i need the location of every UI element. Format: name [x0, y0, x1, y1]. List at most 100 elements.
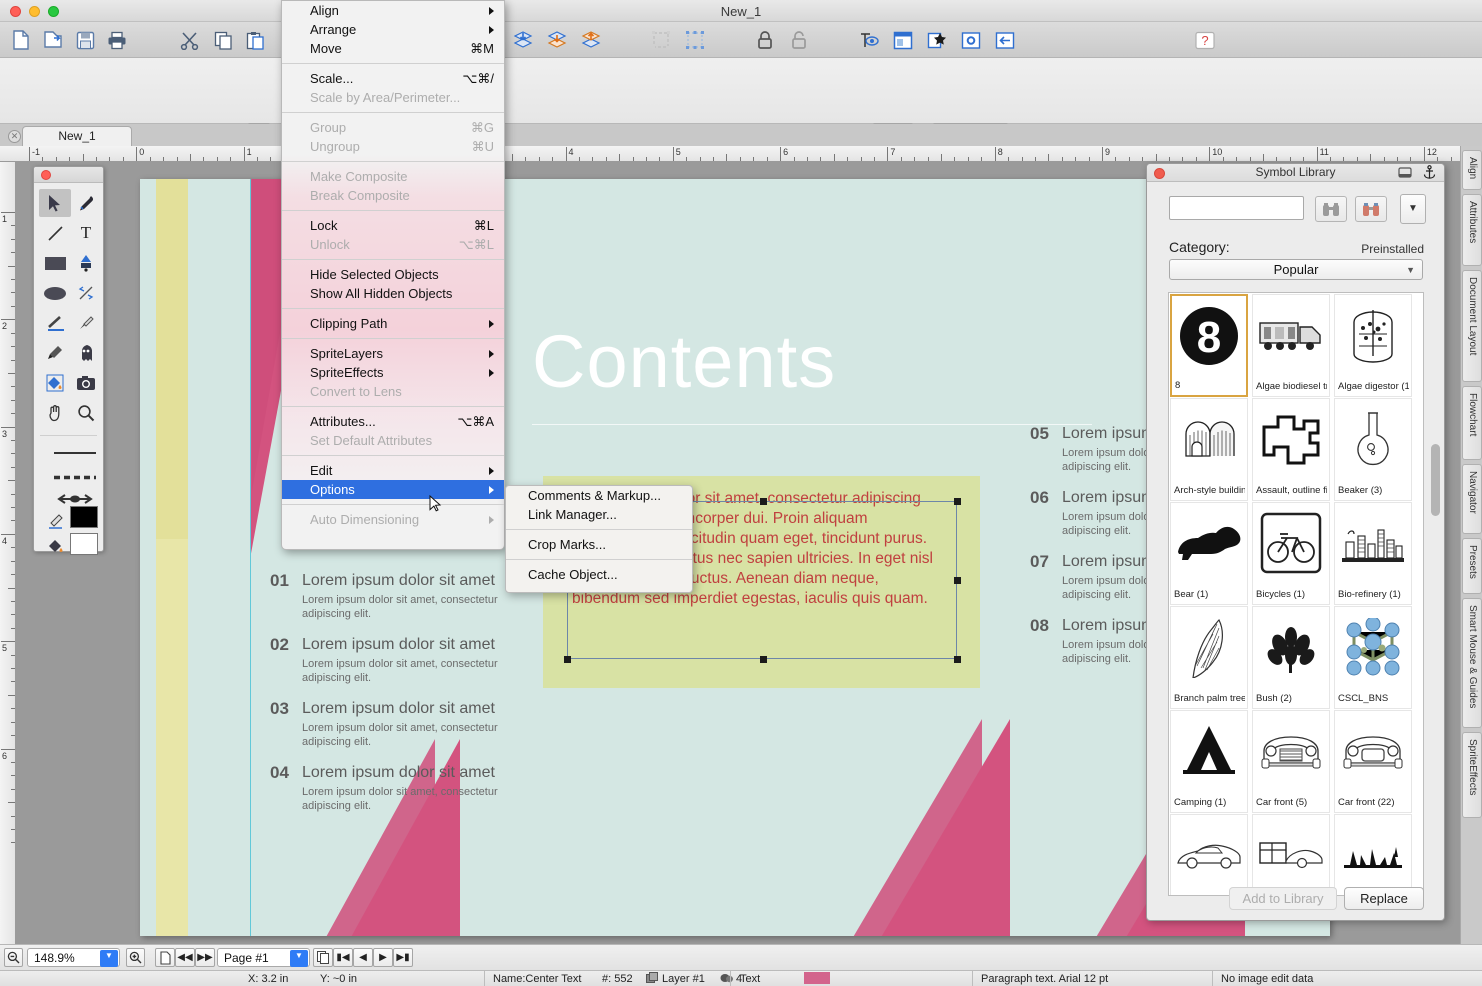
selection-handle[interactable] — [954, 577, 961, 584]
scrollbar-thumb[interactable] — [1431, 444, 1440, 516]
bezier-pen-tool[interactable] — [70, 249, 102, 277]
menu-item-scale[interactable]: Scale... ⌥⌘/ — [282, 69, 504, 88]
submenu-item-cache-object[interactable]: Cache Object... — [506, 565, 692, 584]
symbol-cell[interactable]: Assault, outline fis — [1252, 398, 1330, 501]
zoom-out-button[interactable] — [4, 948, 23, 967]
add-to-library-button[interactable]: Add to Library — [1229, 887, 1337, 910]
selection-handle[interactable] — [954, 498, 961, 505]
selection-handle[interactable] — [760, 498, 767, 505]
menu-item-arrange[interactable]: Arrange — [282, 20, 504, 39]
submenu-item-link-manager[interactable]: Link Manager... — [506, 505, 692, 524]
anchor-icon[interactable] — [1423, 165, 1436, 184]
menu-item-lock[interactable]: Lock ⌘L — [282, 216, 504, 235]
right-panel-tabs[interactable]: Align Attributes Document Layout Flowchart N… — [1460, 146, 1482, 947]
selection-handle[interactable] — [760, 656, 767, 663]
menu-item-spriteeffects[interactable]: SpriteEffects — [282, 363, 504, 382]
menu-item-options[interactable]: Options — [282, 480, 504, 499]
binoculars-gray-icon[interactable] — [1315, 196, 1347, 222]
first-layer-button[interactable]: ▮◀ — [333, 948, 353, 967]
new-document-icon[interactable] — [8, 28, 34, 52]
chevron-down-icon[interactable]: ▼ — [100, 950, 118, 967]
symbol-cell[interactable]: Algae digestor (1) — [1334, 294, 1412, 397]
symbol-cell[interactable]: Car front (5) — [1252, 710, 1330, 813]
eyedropper-tool[interactable] — [70, 309, 102, 337]
chevron-down-icon[interactable]: ▼ — [1406, 260, 1415, 280]
pen-edit-tool[interactable] — [70, 189, 102, 217]
symbol-grid-scrollbar[interactable] — [1431, 294, 1440, 894]
symbol-cell[interactable]: Beaker (3) — [1334, 398, 1412, 501]
zoom-tool[interactable] — [70, 399, 102, 427]
ghost-tool[interactable] — [70, 339, 102, 367]
prev-layer-button[interactable]: ◀ — [353, 948, 373, 967]
effects-icon[interactable] — [924, 28, 950, 52]
symbol-cell[interactable] — [1170, 814, 1248, 895]
duplicate-page-button[interactable] — [313, 948, 333, 967]
rectangle-tool[interactable] — [39, 249, 71, 277]
pointer-tool[interactable] — [39, 189, 71, 217]
menu-item-spritelayers[interactable]: SpriteLayers — [282, 344, 504, 363]
minimize-icon[interactable] — [1398, 166, 1412, 183]
symbol-cell[interactable] — [1334, 814, 1412, 895]
symbol-cell[interactable]: Algae biodiesel tra — [1252, 294, 1330, 397]
right-tab-spriteeffects[interactable]: SpriteEffects — [1462, 732, 1482, 818]
menu-item-move[interactable]: Move ⌘M — [282, 39, 504, 58]
bring-forward-icon[interactable] — [544, 28, 570, 52]
lock-icon[interactable] — [752, 28, 778, 52]
page-select[interactable]: Page #1 ▼ — [217, 948, 310, 967]
fill-color-swatch[interactable] — [70, 506, 98, 528]
cut-icon[interactable] — [176, 28, 202, 52]
chevron-down-icon[interactable]: ▼ — [1400, 194, 1426, 224]
unlock-icon[interactable] — [786, 28, 812, 52]
new-page-button[interactable] — [155, 948, 175, 967]
right-tab-presets[interactable]: Presets — [1462, 538, 1482, 594]
horizontal-ruler[interactable]: -10123456789101112 — [0, 146, 1460, 162]
right-tab-align[interactable]: Align — [1462, 150, 1482, 190]
prev-pages-button[interactable]: ◀◀ — [175, 948, 195, 967]
symbol-cell[interactable]: Car front (22) — [1334, 710, 1412, 813]
polyline-tool[interactable] — [39, 309, 71, 337]
ungroup-icon[interactable] — [682, 28, 708, 52]
right-tab-navigator[interactable]: Navigator — [1462, 464, 1482, 534]
next-pages-button[interactable]: ▶▶ — [195, 948, 215, 967]
submenu-item-crop-marks[interactable]: Crop Marks... — [506, 535, 692, 554]
zoom-in-button[interactable] — [126, 948, 145, 967]
symbol-cell[interactable]: Bio-refinery (1) — [1334, 502, 1412, 605]
copy-icon[interactable] — [210, 28, 236, 52]
last-layer-button[interactable]: ▶▮ — [393, 948, 413, 967]
text-tool[interactable]: T — [70, 219, 102, 247]
symbol-cell[interactable]: Branch palm tree — [1170, 606, 1248, 709]
selection-handle[interactable] — [564, 656, 571, 663]
symbol-cell[interactable]: Arch-style building — [1170, 398, 1248, 501]
selection-handle[interactable] — [954, 656, 961, 663]
show-hide-icon[interactable] — [856, 28, 882, 52]
help-icon[interactable]: ? — [1192, 28, 1218, 52]
print-icon[interactable] — [104, 28, 130, 52]
menu-item-clipping-path[interactable]: Clipping Path — [282, 314, 504, 333]
next-layer-button[interactable]: ▶ — [373, 948, 393, 967]
stroke-color-tool[interactable] — [39, 507, 71, 535]
hand-tool[interactable] — [39, 399, 71, 427]
dimension-tool[interactable] — [70, 279, 102, 307]
camera-tool[interactable] — [70, 369, 102, 397]
context-menu[interactable]: Align Arrange Move ⌘M Scale... ⌥⌘/Scale by Ar… — [281, 0, 505, 550]
close-icon[interactable]: ✕ — [8, 130, 21, 143]
send-to-back-icon[interactable] — [510, 28, 536, 52]
symbol-grid[interactable]: 8 8 Algae biodiesel tra Algae digestor (1) A… — [1168, 292, 1424, 896]
right-tab-attributes[interactable]: Attributes — [1462, 194, 1482, 266]
zoom-level-select[interactable]: 148.9% ▼ — [27, 948, 120, 967]
symbol-cell[interactable]: Bush (2) — [1252, 606, 1330, 709]
symbol-library-panel[interactable]: Symbol Library ▼ Category: Preinstalled … — [1146, 163, 1445, 921]
menu-item-attributes[interactable]: Attributes... ⌥⌘A — [282, 412, 504, 431]
vertical-ruler[interactable]: 1 2 3 4 5 6 — [0, 162, 16, 947]
menu-item-align[interactable]: Align — [282, 1, 504, 20]
highlighter-tool[interactable] — [39, 339, 71, 367]
symbol-search-input[interactable] — [1169, 196, 1304, 220]
symbol-cell[interactable]: 88 — [1170, 294, 1248, 397]
align-icon[interactable] — [992, 28, 1018, 52]
save-icon[interactable] — [72, 28, 98, 52]
stroke-color-swatch[interactable] — [70, 533, 98, 555]
line-tool[interactable] — [39, 219, 71, 247]
menu-item-hide-selected-objects[interactable]: Hide Selected Objects — [282, 265, 504, 284]
bring-to-front-icon[interactable] — [578, 28, 604, 52]
symbol-cell[interactable]: Camping (1) — [1170, 710, 1248, 813]
